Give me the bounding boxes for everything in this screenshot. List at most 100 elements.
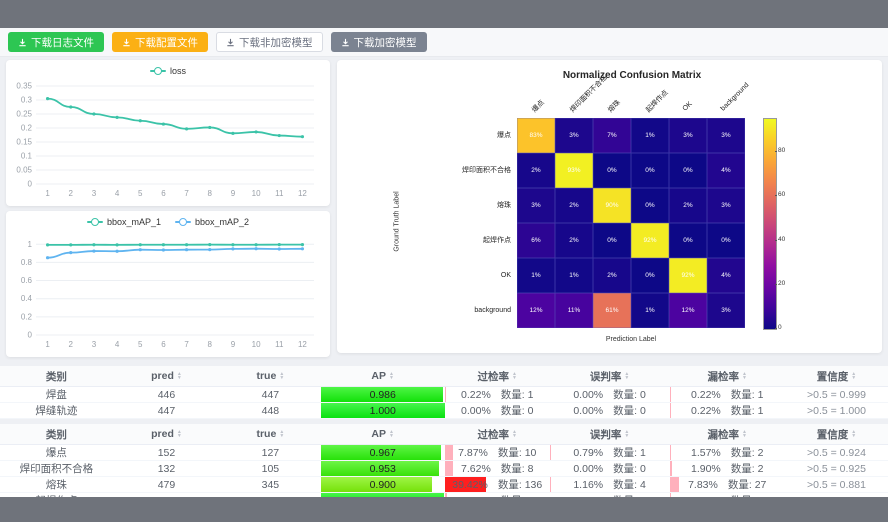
cell-confidence: >0.5 = 0.965	[785, 493, 888, 498]
cell-over-rate: 7.62%数量: 8	[445, 461, 550, 477]
column-header-true[interactable]: true▲▼	[220, 366, 320, 387]
cell-confidence: >0.5 = 0.925	[785, 461, 888, 477]
cell-true: 447	[220, 387, 320, 403]
cell-miss-rate: 7.83%数量: 27	[670, 477, 785, 493]
button-label: 下载日志文件	[31, 35, 94, 50]
table-row: 起焊作点63600.9961.67%数量: 10.00%数量: 01.67%数量…	[0, 493, 888, 498]
matrix-cell: 0%	[631, 258, 669, 293]
svg-text:0.1: 0.1	[21, 152, 33, 161]
svg-text:11: 11	[275, 340, 284, 349]
matrix-cell: 12%	[517, 293, 555, 328]
metrics-tables: 类别pred▲▼true▲▼AP▲▼过检率▲▼误判率▲▼漏检率▲▼置信度▲▼焊盘…	[0, 366, 888, 497]
download-icon	[122, 38, 131, 47]
download-plain-model-button[interactable]: 下载非加密模型	[216, 32, 323, 52]
matrix-cell: 3%	[707, 293, 745, 328]
matrix-cell: 0%	[631, 188, 669, 223]
svg-text:10: 10	[252, 189, 261, 198]
column-header-true[interactable]: true▲▼	[220, 424, 320, 445]
matrix-cell: 3%	[669, 118, 707, 153]
table-row: 焊缝轨迹4474481.0000.00%数量: 00.00%数量: 00.22%…	[0, 403, 888, 419]
colorbar-tick: 60	[778, 191, 785, 198]
matrix-cell: 3%	[517, 188, 555, 223]
sort-icon: ▲▼	[624, 372, 629, 380]
svg-text:9: 9	[231, 189, 236, 198]
page-content: 下载日志文件下载配置文件下载非加密模型下载加密模型 loss 00.050.10…	[0, 28, 888, 497]
matrix-cell: 4%	[707, 153, 745, 188]
legend-item-bbox_mAP_1[interactable]: bbox_mAP_1	[87, 217, 161, 227]
column-header-pred[interactable]: pred▲▼	[113, 424, 220, 445]
cell-ap: 0.996	[321, 493, 445, 498]
loss-chart-legend: loss	[6, 62, 330, 80]
matrix-cell: 92%	[669, 258, 707, 293]
column-header-mis[interactable]: 误判率▲▼	[550, 424, 670, 445]
cell-pred: 446	[113, 387, 220, 403]
download-config-button[interactable]: 下载配置文件	[112, 32, 208, 52]
sort-icon: ▲▼	[624, 430, 629, 438]
download-icon	[226, 38, 235, 47]
column-header-miss[interactable]: 漏检率▲▼	[670, 366, 785, 387]
legend-item-bbox_mAP_2[interactable]: bbox_mAP_2	[175, 217, 249, 227]
svg-text:2: 2	[69, 189, 74, 198]
svg-text:6: 6	[161, 189, 166, 198]
cell-over-rate: 0.22%数量: 1	[445, 387, 550, 403]
matrix-cell: 2%	[555, 188, 593, 223]
column-header-pred[interactable]: pred▲▼	[113, 366, 220, 387]
matrix-cell: 61%	[593, 293, 631, 328]
svg-text:7: 7	[184, 340, 189, 349]
cell-true: 60	[220, 493, 320, 498]
sort-icon: ▲▼	[742, 372, 747, 380]
column-header-over[interactable]: 过检率▲▼	[445, 424, 550, 445]
cell-confidence: >0.5 = 0.924	[785, 445, 888, 461]
svg-text:0.25: 0.25	[16, 110, 32, 119]
button-label: 下载配置文件	[135, 35, 198, 50]
svg-text:2: 2	[69, 340, 74, 349]
svg-text:0.2: 0.2	[21, 124, 33, 133]
matrix-cell: 83%	[517, 118, 555, 153]
cell-pred: 63	[113, 493, 220, 498]
column-header-ap[interactable]: AP▲▼	[321, 424, 445, 445]
cell-miss-rate: 0.22%数量: 1	[670, 387, 785, 403]
matrix-cell: 2%	[555, 223, 593, 258]
svg-text:3: 3	[92, 340, 97, 349]
cell-ap: 1.000	[321, 403, 445, 419]
column-header-miss[interactable]: 漏检率▲▼	[670, 424, 785, 445]
sort-icon: ▲▼	[851, 372, 856, 380]
download-log-button[interactable]: 下载日志文件	[8, 32, 104, 52]
app-window: 下载日志文件下载配置文件下载非加密模型下载加密模型 loss 00.050.10…	[0, 0, 888, 522]
column-header-mis[interactable]: 误判率▲▼	[550, 366, 670, 387]
cell-ap: 0.900	[321, 477, 445, 493]
column-header-ap[interactable]: AP▲▼	[321, 366, 445, 387]
column-header-label: 类别	[0, 366, 113, 387]
matrix-row-label: 爆点	[405, 132, 511, 140]
svg-text:0.6: 0.6	[21, 276, 33, 285]
matrix-row-label: 熔珠	[405, 202, 511, 210]
loss-chart-card: loss 00.050.10.150.20.250.30.35123456789…	[6, 60, 330, 206]
sort-icon: ▲▼	[279, 430, 284, 438]
column-header-conf[interactable]: 置信度▲▼	[785, 366, 888, 387]
matrix-cell: 1%	[631, 118, 669, 153]
svg-text:0.35: 0.35	[16, 82, 32, 91]
table-row: 焊盘4464470.9860.22%数量: 10.00%数量: 00.22%数量…	[0, 387, 888, 403]
svg-text:8: 8	[208, 189, 213, 198]
column-header-over[interactable]: 过检率▲▼	[445, 366, 550, 387]
cell-class: 焊印面积不合格	[0, 461, 113, 477]
matrix-cell: 0%	[593, 153, 631, 188]
cell-over-rate: 39.42%数量: 136	[445, 477, 550, 493]
cell-pred: 447	[113, 403, 220, 419]
colorbar-tick: 0	[778, 324, 782, 331]
matrix-cell: 2%	[517, 153, 555, 188]
column-header-label: 类别	[0, 424, 113, 445]
cell-over-rate: 7.87%数量: 10	[445, 445, 550, 461]
column-header-conf[interactable]: 置信度▲▼	[785, 424, 888, 445]
legend-item-loss[interactable]: loss	[150, 66, 186, 76]
download-encrypted-model-button[interactable]: 下载加密模型	[331, 32, 427, 52]
sort-icon: ▲▼	[177, 372, 182, 380]
cell-mis-rate: 0.00%数量: 0	[550, 387, 670, 403]
cell-ap: 0.967	[321, 445, 445, 461]
sort-icon: ▲▼	[279, 372, 284, 380]
svg-text:11: 11	[275, 189, 284, 198]
matrix-cell: 3%	[555, 118, 593, 153]
svg-text:0: 0	[28, 180, 33, 189]
svg-text:10: 10	[252, 340, 261, 349]
table-header-row: 类别pred▲▼true▲▼AP▲▼过检率▲▼误判率▲▼漏检率▲▼置信度▲▼	[0, 424, 888, 445]
